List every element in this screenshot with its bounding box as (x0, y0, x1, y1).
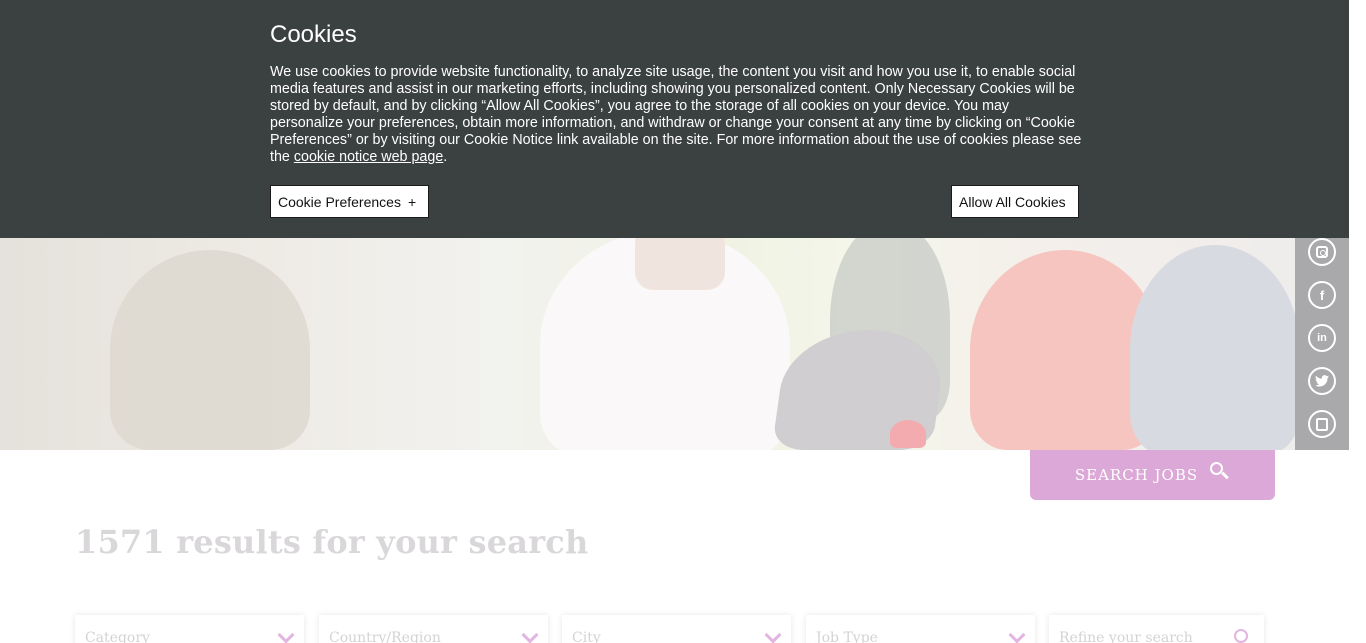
chevron-down-icon (277, 626, 295, 643)
search-icon (1210, 462, 1230, 482)
cookie-notice-link[interactable]: cookie notice web page (294, 149, 443, 165)
refine-search-placeholder: Refine your search (1059, 630, 1193, 643)
twitter-icon[interactable] (1308, 367, 1336, 395)
allow-all-cookies-button[interactable]: Allow All Cookies (951, 185, 1079, 218)
chevron-down-icon (1008, 626, 1026, 643)
refine-search-input[interactable]: Refine your search (1049, 615, 1264, 643)
results-title: 1571 results for your search (75, 523, 589, 561)
cookie-banner-title: Cookies (270, 21, 357, 48)
cookie-banner: Cookies We use cookies to provide websit… (0, 0, 1349, 238)
linkedin-icon[interactable]: in (1308, 324, 1336, 352)
category-dropdown[interactable]: Category (75, 615, 304, 643)
cookie-preferences-button[interactable]: Cookie Preferences + (270, 185, 429, 218)
job-type-dropdown-label: Job Type (816, 630, 878, 643)
country-region-dropdown[interactable]: Country/Region (319, 615, 548, 643)
city-dropdown[interactable]: City (562, 615, 791, 643)
cookie-banner-trailing: . (443, 149, 448, 165)
chevron-down-icon (521, 626, 539, 643)
cookie-banner-text: We use cookies to provide website functi… (270, 64, 1082, 166)
country-region-dropdown-label: Country/Region (329, 630, 441, 643)
search-icon[interactable] (1234, 629, 1248, 643)
job-type-dropdown[interactable]: Job Type (806, 615, 1035, 643)
instagram-icon[interactable] (1308, 238, 1336, 266)
plus-icon: + (407, 193, 417, 210)
city-dropdown-label: City (572, 630, 601, 643)
search-jobs-button[interactable]: SEARCH JOBS (1030, 450, 1275, 500)
facebook-icon[interactable]: f (1308, 281, 1336, 309)
search-jobs-label: SEARCH JOBS (1074, 466, 1199, 484)
glassdoor-icon[interactable] (1308, 410, 1336, 438)
category-dropdown-label: Category (85, 630, 150, 643)
chevron-down-icon (764, 626, 782, 643)
cookie-preferences-label: Cookie Preferences (278, 193, 401, 210)
allow-all-cookies-label: Allow All Cookies (959, 193, 1066, 210)
